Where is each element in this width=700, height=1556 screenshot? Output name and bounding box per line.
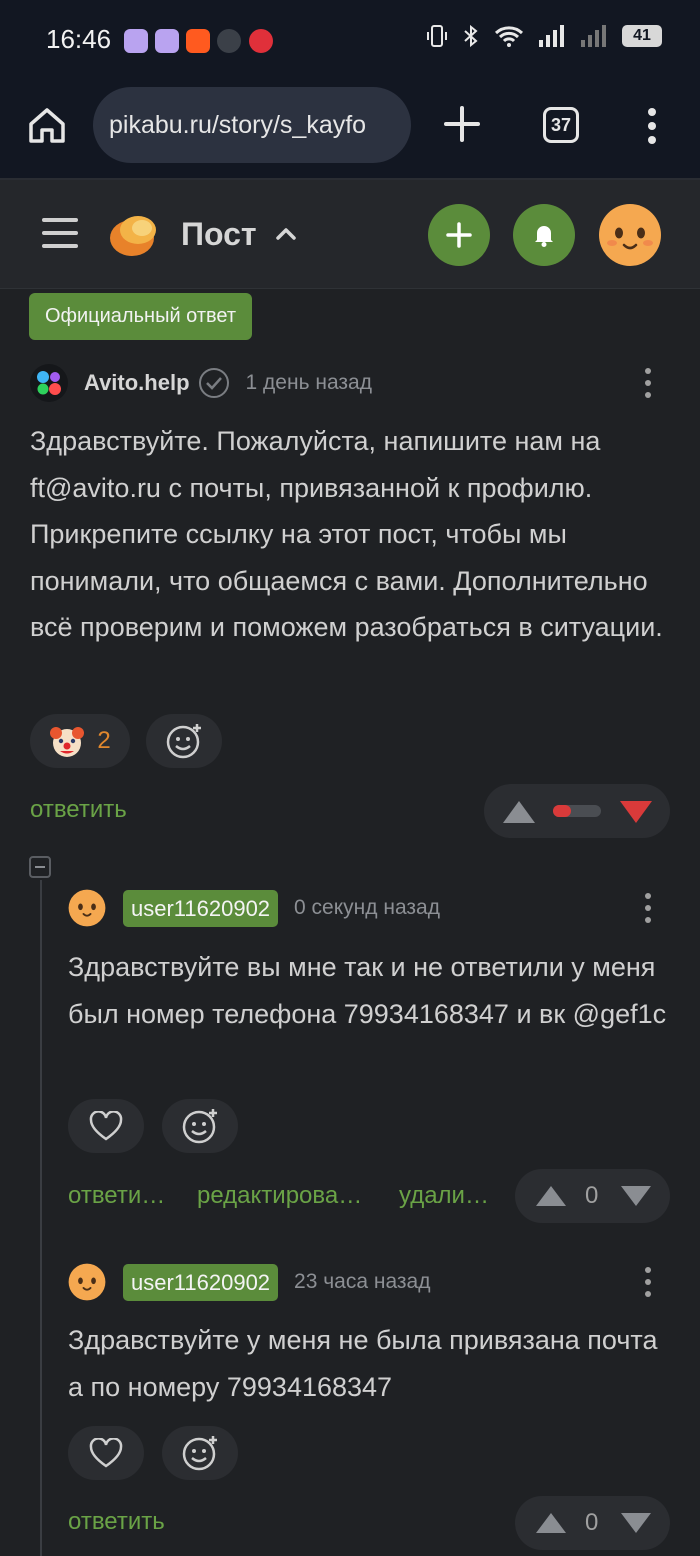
reply-avatar[interactable] [68,889,106,927]
game-app-icon [217,29,241,53]
wifi-icon [494,26,524,47]
thread-line [40,880,42,1556]
tab-count: 37 [550,114,572,135]
clock: 16:46 [46,24,112,54]
page-title[interactable]: Пост [181,216,257,253]
browser-toolbar: pikabu.ru/story/s_kayfo 37 [0,82,700,180]
battery-icon: 41 [622,25,662,47]
reply-header: user11620902 23 часа назад [123,1263,430,1301]
address-bar[interactable]: pikabu.ru/story/s_kayfo [93,87,411,163]
reply-menu-icon[interactable] [644,892,652,924]
panda-app-icon [249,29,273,53]
official-answer-badge: Официальный ответ [29,293,253,340]
notifications-button[interactable] [513,204,575,266]
downvote-icon[interactable] [619,1184,653,1208]
vote-box: 0 [515,1169,670,1223]
add-emoji-icon [182,1109,217,1144]
heart-icon [89,1111,123,1141]
add-reaction-button[interactable] [146,714,222,768]
reply-text: Здравствуйте у меня не была привязана по… [68,1325,658,1402]
add-emoji-icon [166,724,201,759]
add-post-button[interactable] [428,204,490,266]
reply-link[interactable]: ответить [68,1508,165,1536]
reply-menu-icon[interactable] [644,1266,652,1298]
reply-link[interactable]: ответи… [68,1182,165,1210]
vote-count: 0 [585,1509,599,1536]
reply-time[interactable]: 0 секунд назад [294,896,440,920]
edit-link[interactable]: редактирова… [197,1182,362,1210]
vote-box [484,784,670,838]
site-header: Пост [0,180,700,289]
home-icon[interactable] [26,104,68,146]
chevron-up-icon[interactable] [274,222,298,246]
reply-header: user11620902 0 секунд назад [123,889,440,927]
signal-icon [539,25,564,47]
vote-box: 0 [515,1496,670,1550]
upvote-icon[interactable] [534,1511,568,1535]
comment-author[interactable]: Avito.help [84,370,190,396]
rating-bar [553,805,601,817]
status-bar: 16:46 41 [0,0,700,82]
downvote-icon[interactable] [618,799,654,825]
comment-text: Здравствуйте. Пожалуйста, напишите нам н… [30,426,663,642]
comment-header: Avito.help 1 день назад [30,364,372,402]
status-icons: 41 [426,24,662,48]
comment-menu-icon[interactable] [644,367,652,399]
reply-avatar[interactable] [68,1263,106,1301]
signal-icon-2 [581,25,606,47]
author-avatar[interactable] [30,364,68,402]
plus-icon [446,222,472,248]
bluetooth-icon [464,24,478,48]
comment-time[interactable]: 1 день назад [246,371,372,395]
reply-author[interactable]: user11620902 [123,1263,279,1301]
reply-text: Здравствуйте вы мне так и не ответили у … [68,952,667,1029]
reaction-count: 2 [97,727,111,754]
browser-menu-icon[interactable] [640,104,664,148]
collapse-thread-button[interactable] [29,856,51,878]
add-reaction-button[interactable] [162,1426,238,1480]
user-avatar[interactable] [598,203,662,267]
clown-emoji-icon [50,727,85,757]
add-reaction-button[interactable] [162,1099,238,1153]
verified-icon [198,368,229,398]
url-text: pikabu.ru/story/s_kayfo [109,111,367,139]
tab-switcher-button[interactable]: 37 [543,107,579,143]
reddit-icon [186,29,210,53]
downvote-icon[interactable] [619,1511,653,1535]
tiktok-icon [155,29,179,53]
upvote-icon[interactable] [501,799,537,825]
pikabu-logo[interactable] [108,208,160,260]
heart-icon [89,1438,123,1468]
new-tab-icon[interactable] [440,102,484,146]
reaction-clown[interactable]: 2 [30,714,130,768]
like-button[interactable] [68,1426,144,1480]
delete-link[interactable]: удали… [399,1182,489,1210]
bell-icon [535,226,553,247]
vote-count: 0 [585,1182,599,1209]
add-emoji-icon [182,1436,217,1471]
reply-time[interactable]: 23 часа назад [294,1270,430,1294]
vibrate-icon [427,25,447,47]
reply-link[interactable]: ответить [30,796,127,824]
tiktok-icon [124,29,148,53]
reply-author[interactable]: user11620902 [123,889,279,927]
like-button[interactable] [68,1099,144,1153]
hamburger-menu-icon[interactable] [42,218,78,248]
upvote-icon[interactable] [534,1184,568,1208]
